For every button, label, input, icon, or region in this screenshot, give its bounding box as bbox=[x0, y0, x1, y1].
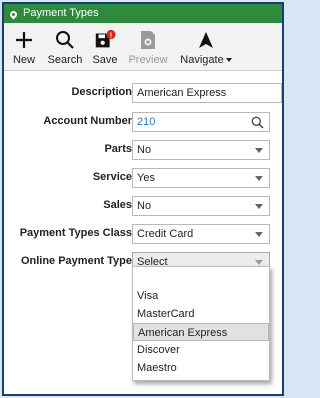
search-button-label: Search bbox=[47, 54, 83, 66]
payment-types-class-row: Payment Types Class Credit Card bbox=[4, 224, 282, 244]
service-row: Service Yes bbox=[4, 168, 282, 188]
window-title: Payment Types bbox=[23, 7, 99, 19]
sales-select[interactable]: No bbox=[132, 196, 270, 216]
preview-button[interactable]: Preview bbox=[126, 23, 170, 71]
navigate-arrow-icon bbox=[194, 29, 218, 51]
service-label: Service bbox=[92, 171, 132, 183]
account-search-icon[interactable] bbox=[251, 116, 264, 131]
account-number-value: 210 bbox=[137, 116, 156, 128]
dropdown-option-discover[interactable]: Discover bbox=[133, 341, 269, 359]
dropdown-option-american-express[interactable]: American Express bbox=[133, 323, 269, 341]
account-number-row: Account Number 210 bbox=[4, 112, 282, 132]
payment-types-class-label: Payment Types Class bbox=[19, 227, 132, 239]
service-value: Yes bbox=[137, 172, 155, 184]
description-label: Description bbox=[71, 86, 132, 98]
save-icon: ! bbox=[93, 29, 117, 51]
chevron-down-icon bbox=[255, 148, 263, 153]
toolbar: New Search ! Save Preview Navigate bbox=[4, 23, 282, 71]
save-warning-badge: ! bbox=[110, 31, 112, 40]
description-value: American Express bbox=[137, 87, 227, 99]
service-select[interactable]: Yes bbox=[132, 168, 270, 188]
new-button[interactable]: New bbox=[8, 23, 40, 71]
navigate-button[interactable]: Navigate bbox=[176, 23, 236, 71]
online-payment-type-dropdown: Visa MasterCard American Express Discove… bbox=[132, 266, 270, 381]
account-number-label: Account Number bbox=[43, 115, 132, 127]
search-icon bbox=[53, 29, 77, 51]
parts-row: Parts No bbox=[4, 140, 282, 160]
payment-types-window: Payment Types New Search ! Save Preview … bbox=[2, 2, 284, 396]
sales-row: Sales No bbox=[4, 196, 282, 216]
payment-types-class-value: Credit Card bbox=[137, 228, 194, 240]
dropdown-option-blank[interactable] bbox=[133, 269, 269, 287]
sales-value: No bbox=[137, 200, 152, 212]
description-row: Description American Express bbox=[4, 83, 282, 103]
new-button-label: New bbox=[12, 54, 35, 66]
online-payment-type-label: Online Payment Type bbox=[20, 255, 132, 267]
chevron-down-icon bbox=[255, 260, 263, 265]
chevron-down-icon bbox=[255, 176, 263, 181]
payment-types-class-select[interactable]: Credit Card bbox=[132, 224, 270, 244]
save-button[interactable]: ! Save bbox=[88, 23, 122, 71]
plus-icon bbox=[12, 29, 36, 51]
navigate-label-wrap: Navigate bbox=[180, 54, 232, 66]
preview-icon bbox=[136, 29, 160, 51]
chevron-down-icon bbox=[225, 58, 232, 62]
dropdown-option-maestro[interactable]: Maestro bbox=[133, 359, 269, 377]
parts-label: Parts bbox=[104, 143, 132, 155]
pin-icon bbox=[8, 9, 19, 20]
sales-label: Sales bbox=[103, 199, 132, 211]
chevron-down-icon bbox=[255, 204, 263, 209]
parts-select[interactable]: No bbox=[132, 140, 270, 160]
navigate-button-label: Navigate bbox=[180, 54, 224, 66]
save-button-label: Save bbox=[92, 54, 118, 66]
account-number-field[interactable]: 210 bbox=[132, 112, 270, 132]
description-field[interactable]: American Express bbox=[132, 83, 282, 103]
dropdown-option-mastercard[interactable]: MasterCard bbox=[133, 305, 269, 323]
search-button[interactable]: Search bbox=[44, 23, 86, 71]
dropdown-option-visa[interactable]: Visa bbox=[133, 287, 269, 305]
window-titlebar: Payment Types bbox=[4, 4, 282, 23]
preview-button-label: Preview bbox=[128, 54, 168, 66]
chevron-down-icon bbox=[255, 232, 263, 237]
parts-value: No bbox=[137, 144, 152, 156]
